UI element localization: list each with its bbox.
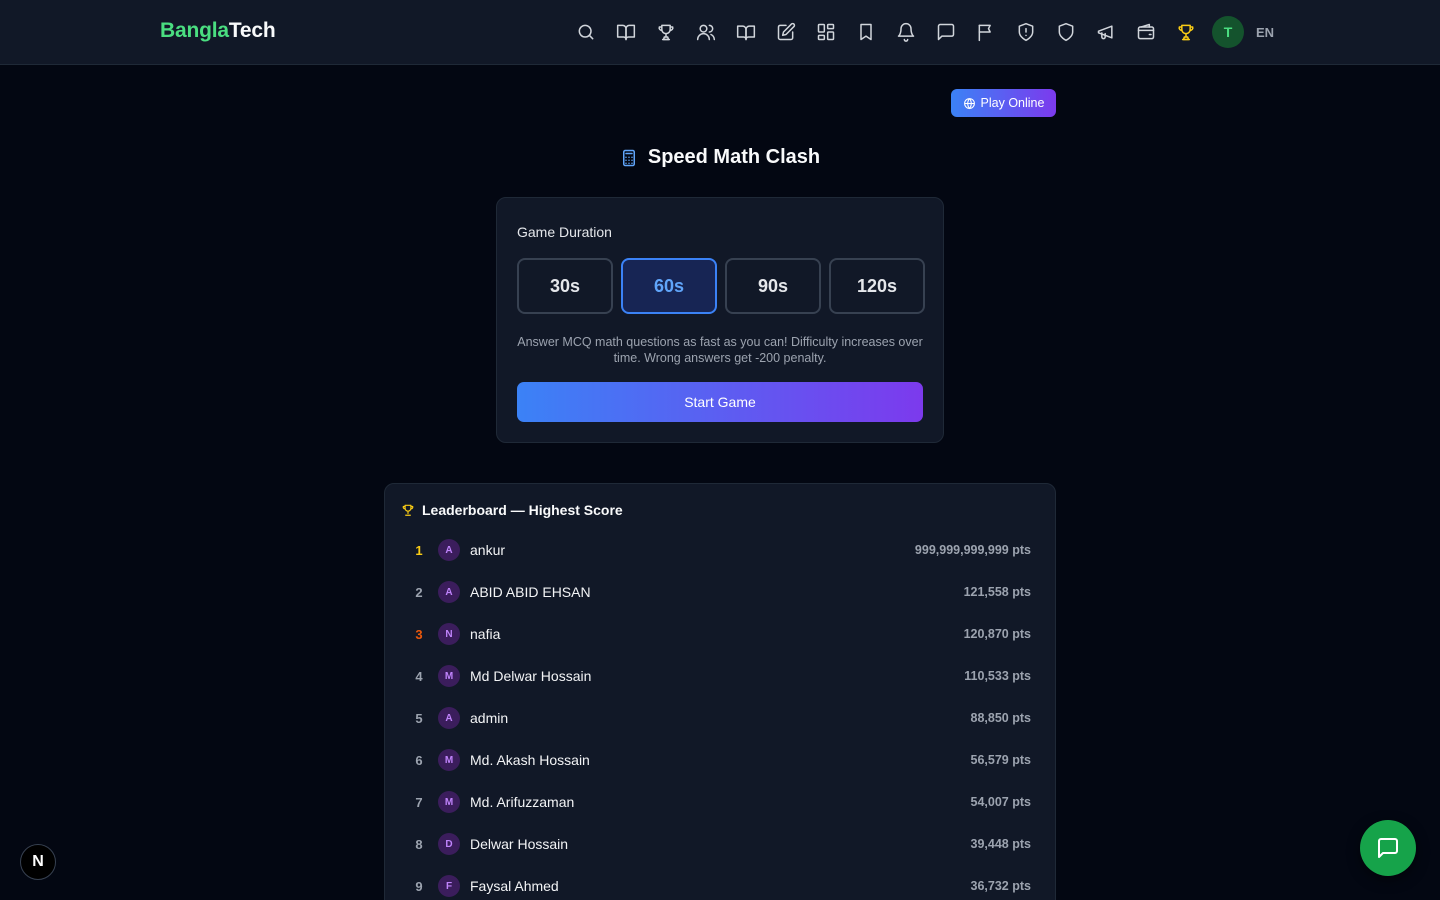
- rank-number: 9: [415, 878, 423, 894]
- rank-number: 4: [415, 668, 423, 684]
- leaderboard-list: 1 A ankur 999,999,999,999 pts 2 A ABID A…: [385, 529, 1055, 900]
- play-online-button[interactable]: Play Online: [951, 89, 1056, 117]
- message-icon[interactable]: [926, 12, 966, 52]
- player-name: nafia: [470, 626, 501, 642]
- player-points: 36,732 pts: [970, 879, 1031, 893]
- avatar: M: [438, 791, 460, 813]
- user-avatar[interactable]: T: [1212, 16, 1244, 48]
- player-points: 39,448 pts: [970, 837, 1031, 851]
- player-name: Delwar Hossain: [470, 836, 569, 852]
- play-online-label: Play Online: [980, 96, 1045, 110]
- player-points: 120,870 pts: [963, 627, 1031, 641]
- edit-icon[interactable]: [766, 12, 806, 52]
- book-open-icon[interactable]: [606, 12, 646, 52]
- page-title-row: Speed Math Clash: [0, 146, 1440, 169]
- trophy-icon[interactable]: [646, 12, 686, 52]
- avatar: F: [438, 875, 460, 897]
- player-points: 110,533 pts: [964, 669, 1031, 683]
- site-logo[interactable]: BanglaTech: [160, 19, 276, 43]
- language-toggle[interactable]: EN: [1256, 25, 1274, 40]
- trophy-icon: [402, 504, 414, 516]
- leaderboard-title: Leaderboard — Highest Score: [422, 502, 623, 518]
- chat-fab-button[interactable]: [1360, 820, 1416, 876]
- duration-options: 30s 60s 90s 120s: [517, 258, 925, 314]
- player-name: Faysal Ahmed: [470, 878, 559, 894]
- nextjs-dev-badge[interactable]: N: [20, 844, 56, 880]
- player-points: 88,850 pts: [970, 711, 1031, 725]
- users-icon[interactable]: [686, 12, 726, 52]
- avatar: M: [438, 749, 460, 771]
- game-setup-card: Game Duration 30s 60s 90s 120s Answer MC…: [496, 197, 944, 443]
- bell-icon[interactable]: [886, 12, 926, 52]
- rank-number: 3: [415, 626, 423, 642]
- rank-number: 6: [415, 752, 423, 768]
- rank-number: 5: [415, 710, 423, 726]
- search-icon[interactable]: [566, 12, 606, 52]
- avatar: A: [438, 539, 460, 561]
- avatar: A: [438, 581, 460, 603]
- player-name: ABID ABID EHSAN: [470, 584, 591, 600]
- avatar: M: [438, 665, 460, 687]
- start-game-button[interactable]: Start Game: [517, 382, 923, 422]
- player-name: Md Delwar Hossain: [470, 668, 592, 684]
- leaderboard-row: 7 M Md. Arifuzzaman 54,007 pts: [385, 781, 1055, 823]
- player-name: ankur: [470, 542, 506, 558]
- shield-alert-icon[interactable]: [1006, 12, 1046, 52]
- flag-icon[interactable]: [966, 12, 1006, 52]
- page-title: Speed Math Clash: [647, 146, 821, 168]
- logo-text-tech: Tech: [228, 19, 276, 42]
- rank-number: 8: [415, 836, 423, 852]
- megaphone-icon[interactable]: [1086, 12, 1126, 52]
- chat-icon: [1378, 838, 1398, 858]
- leaderboard-row: 9 F Faysal Ahmed 36,732 pts: [385, 865, 1055, 900]
- grid-icon[interactable]: [806, 12, 846, 52]
- game-duration-label: Game Duration: [517, 224, 612, 240]
- wallet-icon[interactable]: [1126, 12, 1166, 52]
- duration-60s-button[interactable]: 60s: [621, 258, 717, 314]
- player-points: 56,579 pts: [970, 753, 1031, 767]
- leaderboard-row: 8 D Delwar Hossain 39,448 pts: [385, 823, 1055, 865]
- duration-90s-button[interactable]: 90s: [725, 258, 821, 314]
- leaderboard-card: Leaderboard — Highest Score 1 A ankur 99…: [384, 483, 1056, 900]
- avatar: D: [438, 833, 460, 855]
- leaderboard-row: 2 A ABID ABID EHSAN 121,558 pts: [385, 571, 1055, 613]
- duration-30s-button[interactable]: 30s: [517, 258, 613, 314]
- leaderboard-row: 5 A admin 88,850 pts: [385, 697, 1055, 739]
- leaderboard-row: 6 M Md. Akash Hossain 56,579 pts: [385, 739, 1055, 781]
- avatar: N: [438, 623, 460, 645]
- nav-icon-bar: T EN: [566, 12, 1274, 52]
- game-description: Answer MCQ math questions as fast as you…: [517, 335, 923, 365]
- leaderboard-header: Leaderboard — Highest Score: [401, 502, 623, 518]
- bookmark-icon[interactable]: [846, 12, 886, 52]
- rank-number: 7: [415, 794, 423, 810]
- trophy-active-icon[interactable]: [1166, 12, 1206, 52]
- player-name: Md. Akash Hossain: [470, 752, 590, 768]
- calculator-icon: [622, 149, 635, 166]
- player-points: 121,558 pts: [963, 585, 1031, 599]
- shield-icon[interactable]: [1046, 12, 1086, 52]
- leaderboard-row: 1 A ankur 999,999,999,999 pts: [385, 529, 1055, 571]
- player-name: Md. Arifuzzaman: [470, 794, 575, 810]
- leaderboard-row: 3 N nafia 120,870 pts: [385, 613, 1055, 655]
- rank-number: 1: [415, 542, 423, 558]
- avatar: A: [438, 707, 460, 729]
- duration-120s-button[interactable]: 120s: [829, 258, 925, 314]
- book-icon[interactable]: [726, 12, 766, 52]
- player-points: 54,007 pts: [970, 795, 1031, 809]
- logo-text-bangla: Bangla: [160, 19, 229, 42]
- rank-number: 2: [415, 584, 423, 600]
- leaderboard-row: 4 M Md Delwar Hossain 110,533 pts: [385, 655, 1055, 697]
- globe-icon: [963, 97, 975, 109]
- player-name: admin: [470, 710, 509, 726]
- player-points: 999,999,999,999 pts: [914, 543, 1031, 557]
- top-navbar: BanglaTech T EN: [0, 0, 1440, 65]
